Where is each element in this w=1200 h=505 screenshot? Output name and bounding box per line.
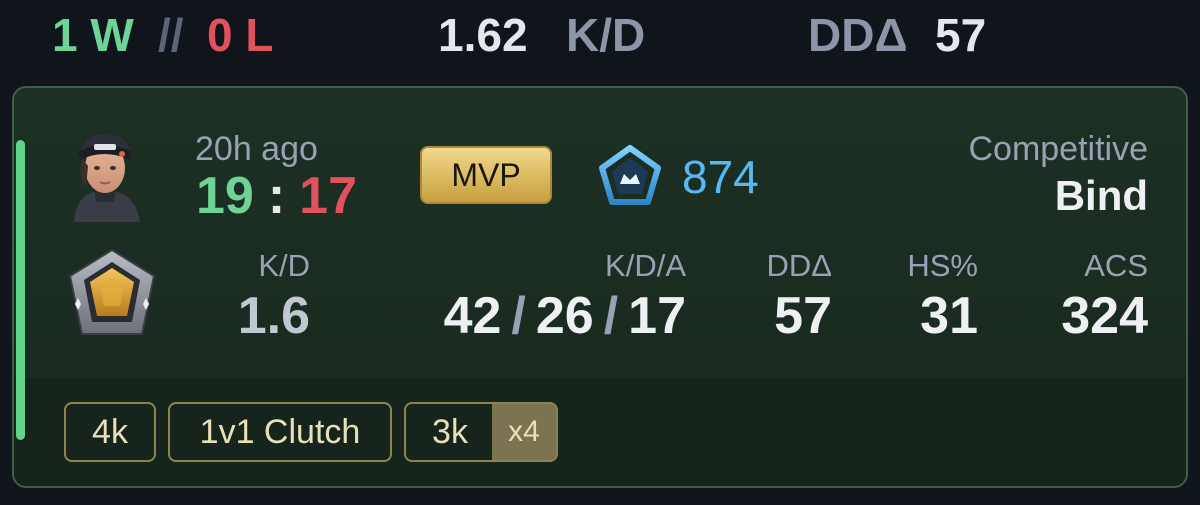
game-mode: Competitive: [968, 130, 1148, 168]
kd-label: K/D: [258, 248, 310, 283]
leaderboard-rank-icon: [598, 144, 662, 208]
kda-value: 42/26/17: [444, 286, 686, 346]
summary-dd-value: 57: [935, 9, 987, 61]
acs-label: ACS: [1084, 248, 1148, 283]
dd-label: DDΔ: [766, 248, 832, 283]
gold-rank-icon: [66, 248, 158, 342]
score-separator: :: [267, 167, 286, 225]
badge-3k-label: 3k: [432, 413, 468, 451]
team-score: 19: [196, 167, 254, 225]
rank-rating-value: 874: [682, 151, 759, 203]
summary-dd-label: DDΔ: [808, 9, 908, 61]
badge-3k-multiplier: x4: [492, 404, 556, 460]
hs-value: 31: [920, 287, 978, 345]
deaths-value: 26: [535, 287, 594, 345]
match-card[interactable]: 20h ago 19:17 MVP 874 Competitive Bind K…: [12, 86, 1188, 488]
badge-3k: 3k x4: [404, 402, 558, 462]
summary-kd-label: K/D: [566, 9, 646, 61]
match-time-ago: 20h ago: [195, 130, 318, 168]
match-summary-bar: 1 W // 0 L 1.62 K/D DDΔ 57: [0, 0, 1200, 72]
acs-value: 324: [1061, 287, 1148, 345]
match-score: 19:17: [196, 166, 357, 226]
kda-label: K/D/A: [605, 248, 686, 283]
kda-separator: /: [603, 287, 619, 345]
dd-value: 57: [774, 287, 832, 345]
badge-4k: 4k: [64, 402, 156, 462]
kd-value: 1.6: [237, 287, 310, 345]
losses-count: 0 L: [207, 9, 274, 61]
summary-kd-value: 1.62: [438, 9, 528, 61]
mvp-badge: MVP: [420, 146, 552, 204]
wins-count: 1 W: [52, 9, 134, 61]
kills-value: 42: [443, 287, 502, 345]
agent-portrait-icon: [64, 126, 146, 222]
map-name: Bind: [1054, 172, 1148, 219]
hs-label: HS%: [907, 248, 978, 283]
kda-separator: /: [511, 287, 526, 345]
badge-1v1-clutch: 1v1 Clutch: [168, 402, 392, 462]
assists-value: 17: [628, 287, 686, 345]
summary-separator: //: [158, 9, 184, 61]
enemy-score: 17: [299, 167, 358, 225]
win-result-strip: [16, 140, 25, 440]
